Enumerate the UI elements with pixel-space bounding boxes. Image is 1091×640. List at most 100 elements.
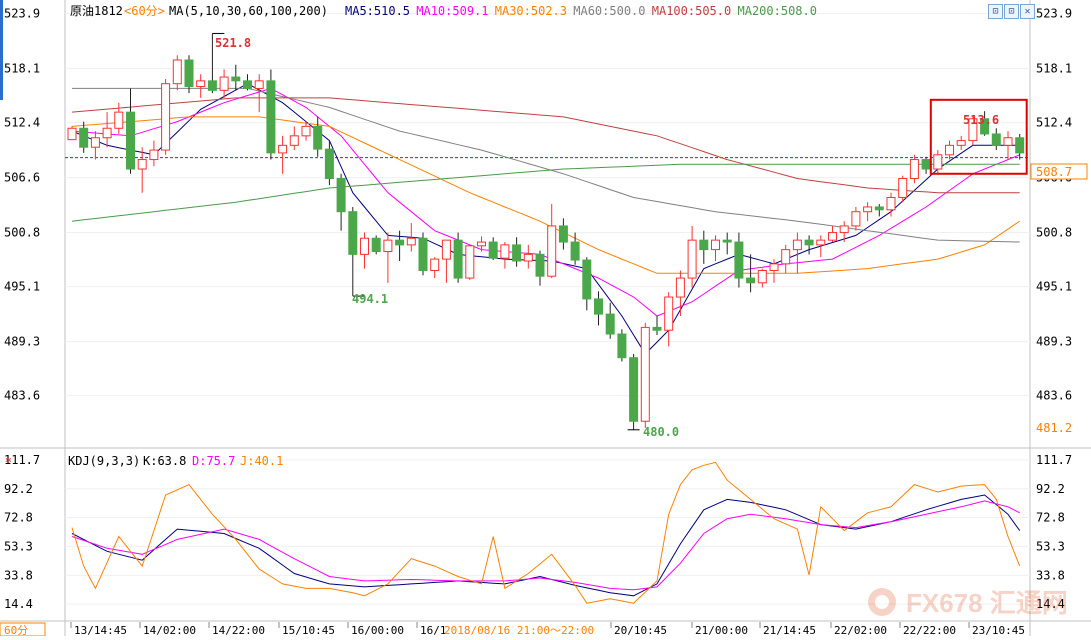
kdj-tick-right: 53.3	[1036, 539, 1065, 553]
close-window-icon[interactable]: ✕	[1020, 4, 1035, 19]
candle-down	[207, 80, 217, 91]
candle-up	[664, 296, 674, 331]
candle-up	[149, 149, 159, 161]
candle-up	[301, 125, 311, 137]
candle-down	[184, 59, 194, 88]
price-tick-right: 495.1	[1036, 280, 1072, 294]
candle-down	[722, 239, 732, 243]
candle-down	[605, 313, 615, 335]
price-tick-right: 500.8	[1036, 226, 1072, 240]
ma-value-4: MA100:505.0	[652, 4, 731, 18]
x-axis-label: 16/00:00	[351, 624, 404, 636]
x-axis-label: 22/02:00	[834, 624, 887, 636]
candle-up	[278, 144, 288, 154]
candle-up	[792, 239, 802, 251]
candle-up	[933, 154, 943, 170]
candle-down	[395, 239, 405, 246]
kdj-tick-left: 53.3	[4, 539, 33, 553]
price-tick-left: 523.9	[4, 7, 40, 21]
candle-up	[441, 239, 451, 260]
ma-value-3: MA60:500.0	[573, 4, 645, 18]
low-annotation-1: 494.1	[352, 292, 388, 306]
chart-stage: 523.9523.9518.1518.1512.4512.4506.6506.6…	[0, 0, 1091, 637]
price-tick-left: 512.4	[4, 116, 40, 130]
candle-up	[769, 263, 779, 271]
candle-down	[231, 76, 241, 82]
candle-down	[570, 241, 580, 261]
candle-up	[956, 140, 966, 146]
candle-down	[418, 237, 428, 271]
current-price-label: 508.7	[1036, 165, 1072, 179]
price-tick-left: 518.1	[4, 62, 40, 76]
price-tick-left: 506.6	[4, 171, 40, 185]
candle-up	[547, 225, 557, 277]
left-edge-marker	[0, 0, 3, 100]
price-tick-left: 495.1	[4, 280, 40, 294]
restore-window-icon[interactable]: ⊡	[988, 4, 1003, 19]
price-tick-right: 489.3	[1036, 335, 1072, 349]
candle-up	[406, 237, 416, 246]
watermark-text: FX678 汇通网	[906, 588, 1068, 618]
candle-up	[90, 137, 100, 148]
candle-up	[945, 144, 954, 156]
candle-down	[746, 277, 756, 284]
candle-down	[617, 333, 627, 359]
candle-down	[126, 111, 135, 170]
kdj-label: KDJ(9,3,3)	[68, 454, 140, 468]
candle-up	[383, 239, 393, 253]
watermark-logo: FX678 汇通网	[868, 588, 1068, 618]
candle-down	[371, 237, 381, 253]
high-annotation-2: 513.6	[963, 113, 999, 127]
candle-down	[594, 298, 603, 315]
candle-up	[172, 59, 182, 85]
candle-up	[839, 225, 849, 234]
ma-params-label: MA(5,10,30,60,100,200)	[169, 4, 328, 18]
candle-up	[477, 241, 486, 247]
candle-down	[558, 225, 568, 243]
candle-up	[711, 239, 720, 251]
candle-down	[582, 259, 592, 300]
candle-up	[219, 76, 229, 91]
x-axis-label: 16/1	[420, 624, 447, 636]
candle-up	[161, 83, 171, 151]
candle-up	[430, 258, 440, 271]
candle-up	[909, 159, 919, 180]
candle-down	[488, 241, 498, 259]
candle-down	[512, 244, 522, 262]
candle-down	[804, 239, 814, 246]
x-axis-label: 13/14:45	[74, 624, 127, 636]
high-annotation-1: 521.8	[215, 36, 251, 50]
candle-down	[874, 206, 884, 211]
candle-up	[114, 111, 124, 129]
kdj-tick-right: 111.7	[1036, 453, 1072, 467]
candle-down	[266, 80, 276, 154]
candle-up	[137, 159, 147, 170]
price-tick-right: 483.6	[1036, 389, 1072, 403]
price-tick-left: 489.3	[4, 335, 40, 349]
candle-down	[336, 178, 346, 213]
x-axis-label: 21/14:45	[763, 624, 816, 636]
kdj-k-value: K:63.8	[143, 454, 186, 468]
price-tick-left: 483.6	[4, 389, 40, 403]
candle-up	[523, 253, 533, 262]
period-label[interactable]: <60分>	[124, 4, 165, 18]
maximize-window-icon[interactable]: ⊡	[1004, 4, 1019, 19]
candle-down	[313, 125, 323, 150]
candle-up	[465, 245, 475, 279]
candle-up	[102, 127, 112, 139]
price-tick-right: 523.9	[1036, 7, 1072, 21]
candle-up	[675, 277, 685, 298]
kdj-tick-left: 14.4	[4, 597, 33, 611]
candle-up	[781, 249, 791, 265]
kdj-j-value: J:40.1	[240, 454, 283, 468]
price-tick-right: 512.4	[1036, 116, 1072, 130]
candle-down	[629, 357, 639, 422]
candle-up	[360, 237, 369, 255]
x-axis-label: 14/02:00	[143, 624, 196, 636]
candle-up	[898, 178, 908, 198]
kdj-tick-left: 92.2	[4, 482, 33, 496]
kdj-settings-icon[interactable]: ✲	[5, 453, 12, 466]
price-tick-left: 500.8	[4, 226, 40, 240]
candle-down	[734, 241, 744, 279]
candle-up	[757, 269, 767, 284]
